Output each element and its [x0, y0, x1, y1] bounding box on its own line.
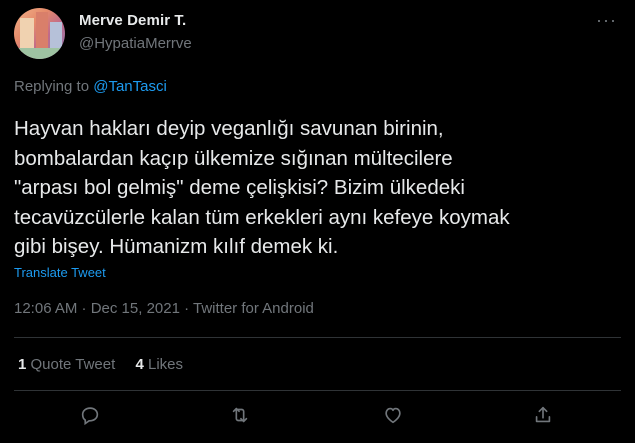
tweet-meta: 12:06 AM · Dec 15, 2021 · Twitter for An…: [14, 300, 314, 317]
quote-tweets-stat[interactable]: 1 Quote Tweet: [18, 356, 115, 373]
like-label: Likes: [143, 356, 183, 373]
action-bar: [0, 404, 635, 432]
avatar-shape: [20, 18, 34, 52]
heart-icon[interactable]: [382, 404, 404, 426]
share-icon[interactable]: [532, 404, 554, 426]
reply-icon[interactable]: [79, 404, 101, 426]
author-handle[interactable]: @HypatiaMerrve: [79, 35, 192, 52]
tweet-text: Hayvan hakları deyip veganlığı savunan b…: [14, 117, 510, 258]
quote-label: Quote Tweet: [26, 356, 116, 373]
more-options-icon[interactable]: ···: [596, 10, 617, 31]
avatar-shape: [14, 48, 65, 59]
divider: [14, 337, 621, 338]
replying-to-link[interactable]: @TanTasci: [93, 78, 167, 95]
likes-stat[interactable]: 4 Likes: [135, 356, 183, 373]
author-name[interactable]: Merve Demir T.: [79, 12, 186, 29]
replying-to: Replying to @TanTasci: [14, 78, 167, 95]
avatar-shape: [36, 12, 48, 52]
translate-tweet-link[interactable]: Translate Tweet: [14, 265, 106, 280]
avatar[interactable]: [14, 8, 65, 59]
replying-to-prefix: Replying to: [14, 78, 94, 95]
tweet-stats: 1 Quote Tweet 4 Likes: [18, 356, 199, 373]
like-count: 4: [135, 356, 144, 373]
divider: [14, 390, 621, 391]
tweet-card: Merve Demir T. @HypatiaMerrve ··· Replyi…: [0, 0, 635, 443]
retweet-icon[interactable]: [229, 404, 251, 426]
